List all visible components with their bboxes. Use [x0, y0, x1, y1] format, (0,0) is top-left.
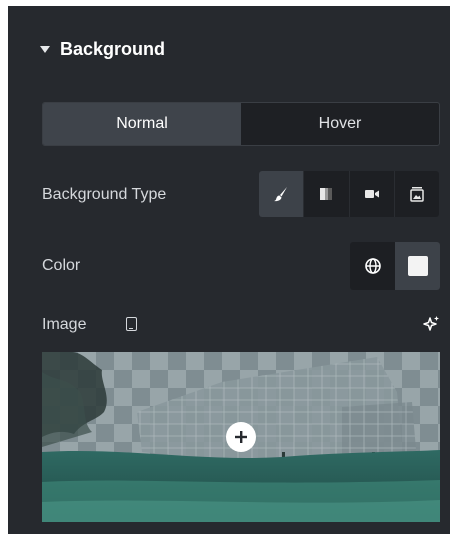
globe-icon [364, 258, 381, 274]
gradient-icon [320, 188, 333, 200]
background-type-selector [259, 171, 439, 217]
plus-icon [235, 431, 247, 443]
image-upload-area[interactable] [42, 352, 440, 522]
background-type-label: Background Type [42, 186, 167, 203]
background-panel: Background Normal Hover Background Type [8, 6, 450, 534]
color-label: Color [42, 257, 81, 274]
color-picker-button[interactable] [395, 242, 440, 290]
background-type-gradient-button[interactable] [304, 171, 350, 217]
tab-hover[interactable]: Hover [241, 103, 439, 145]
slideshow-icon [410, 187, 424, 202]
state-tabs: Normal Hover [42, 102, 440, 146]
sparkle-icon[interactable] [421, 314, 441, 334]
image-label: Image [42, 316, 87, 333]
color-swatch [407, 256, 428, 276]
background-type-classic-button[interactable] [259, 171, 305, 217]
color-control [350, 242, 440, 290]
background-section-header[interactable]: Background [40, 34, 165, 64]
video-icon [364, 190, 379, 198]
tablet-icon[interactable] [126, 317, 137, 331]
section-title: Background [60, 38, 166, 59]
caret-down-icon [40, 45, 50, 53]
global-colors-button[interactable] [350, 242, 395, 290]
tab-normal[interactable]: Normal [43, 103, 241, 145]
brush-icon [274, 187, 288, 202]
background-type-slideshow-button[interactable] [395, 171, 439, 217]
editor-frame: Background Normal Hover Background Type [4, 2, 453, 535]
add-image-button[interactable] [226, 422, 256, 452]
background-type-video-button[interactable] [350, 171, 395, 217]
